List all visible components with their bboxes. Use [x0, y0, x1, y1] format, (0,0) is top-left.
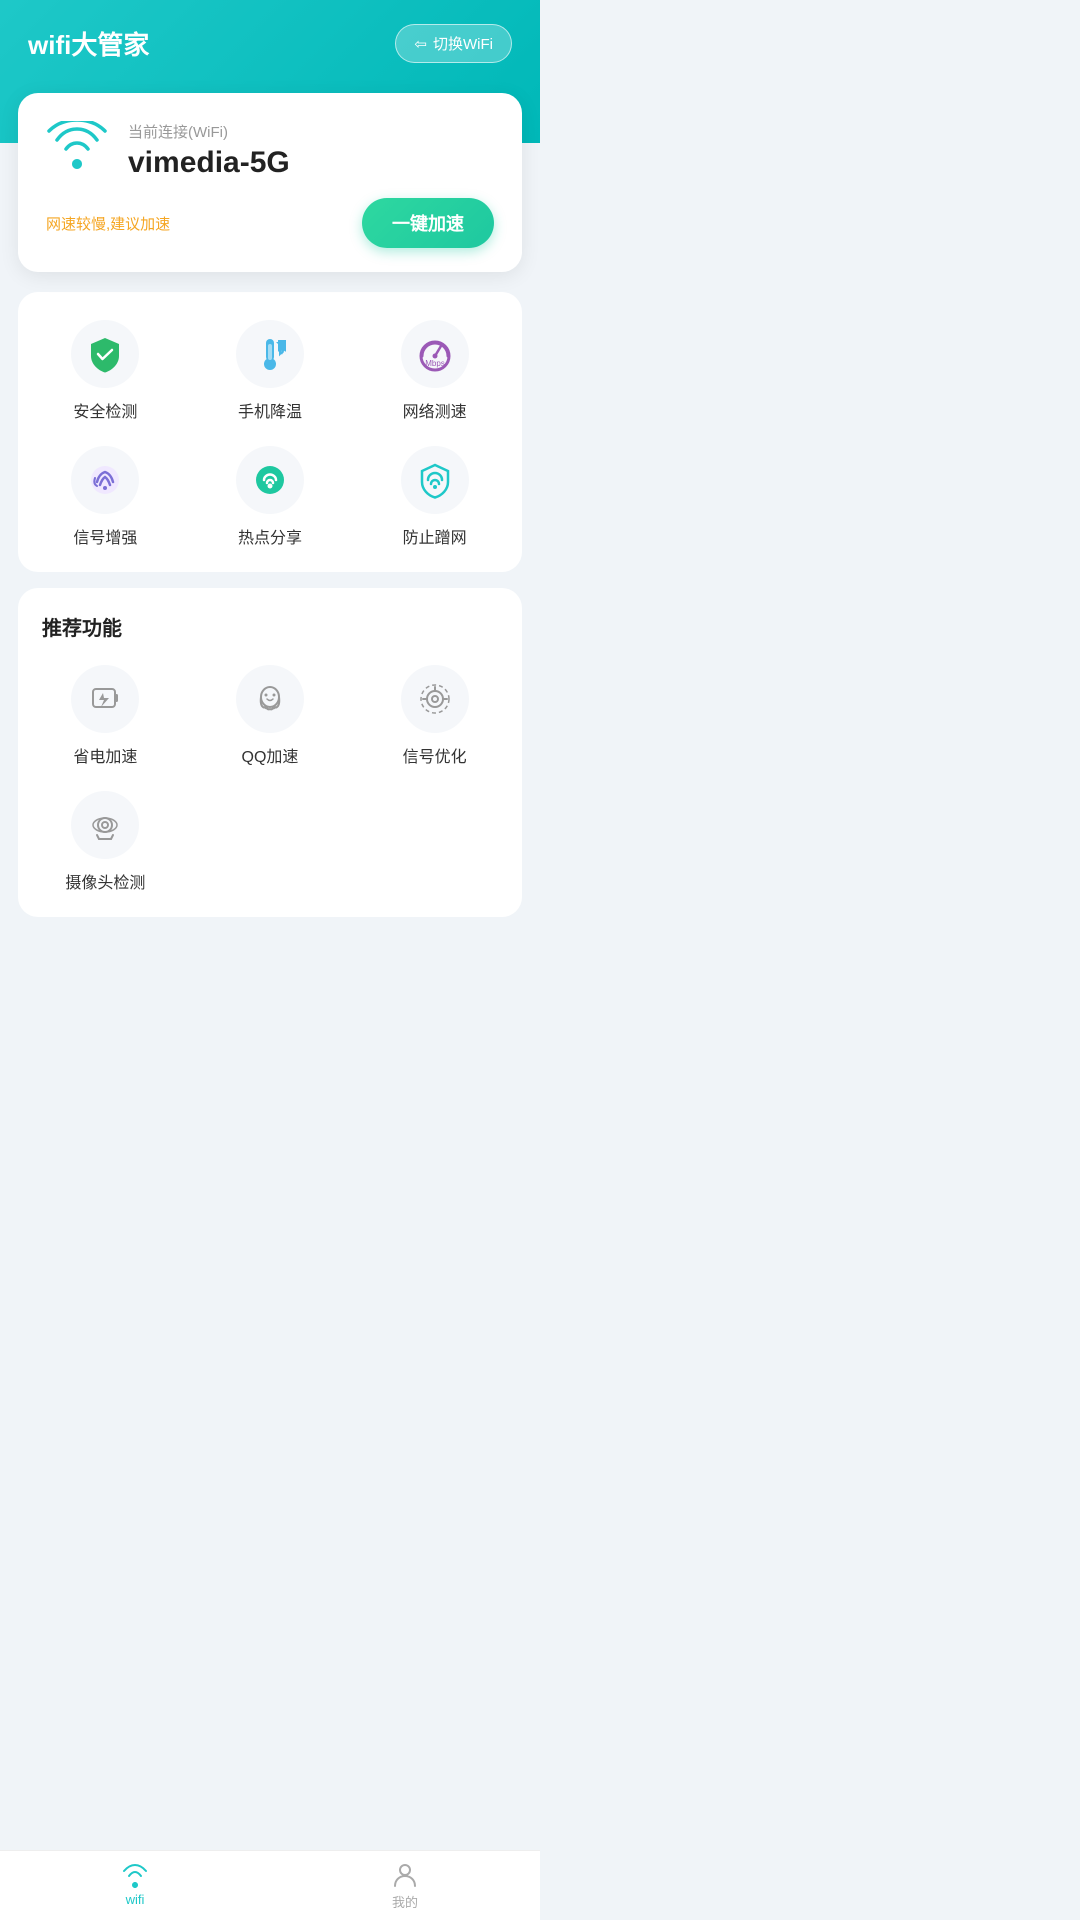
features-grid: 安全检测 ↓ 手机降温: [28, 320, 512, 548]
app-title: wifi大管家: [28, 25, 149, 62]
security-icon-wrap: [71, 320, 139, 388]
cooling-label: 手机降温: [238, 398, 302, 422]
battery-bolt-icon: [87, 681, 123, 717]
signal-optimize-icon: [417, 681, 453, 717]
boost-button[interactable]: 一键加速: [362, 198, 494, 248]
qq-label: QQ加速: [242, 743, 299, 767]
features-section: 安全检测 ↓ 手机降温: [18, 292, 522, 572]
camera-detect-icon: [87, 807, 123, 843]
feature-item-security[interactable]: 安全检测: [28, 320, 183, 422]
block-label: 防止蹭网: [403, 524, 467, 548]
feature-item-cooling[interactable]: ↓ 手机降温: [193, 320, 348, 422]
svg-text:Mbps: Mbps: [425, 359, 445, 368]
rec-item-qq[interactable]: QQ加速: [193, 665, 348, 767]
speedtest-label: 网络测速: [403, 398, 467, 422]
qq-icon-wrap: [236, 665, 304, 733]
network-name: vimedia-5G: [128, 146, 290, 180]
battery-icon-wrap: [71, 665, 139, 733]
security-label: 安全检测: [73, 398, 137, 422]
speed-warning: 网速较慢,建议加速: [46, 213, 170, 234]
nav-mine-label: 我的: [392, 1892, 418, 1911]
signal-opt-icon-wrap: [401, 665, 469, 733]
wifi-shield-icon: [415, 460, 455, 500]
block-icon-wrap: [401, 446, 469, 514]
feature-item-hotspot[interactable]: 热点分享: [193, 446, 348, 548]
thermometer-down-icon: ↓: [250, 334, 290, 374]
wifi-signal-icon: [46, 121, 108, 180]
hotspot-icon-wrap: [236, 446, 304, 514]
wifi-card: 当前连接(WiFi) vimedia-5G 网速较慢,建议加速 一键加速: [18, 93, 522, 272]
feature-item-signal[interactable]: 信号增强: [28, 446, 183, 548]
recommended-section: 推荐功能 省电加速: [18, 588, 522, 917]
speedtest-icon-wrap: Mbps: [401, 320, 469, 388]
speedometer-icon: Mbps: [415, 334, 455, 374]
recommended-grid: 省电加速 QQ加速: [28, 665, 512, 893]
hotspot-label: 热点分享: [238, 524, 302, 548]
signal-icon-wrap: [71, 446, 139, 514]
qq-ghost-icon: [252, 681, 288, 717]
camera-label: 摄像头检测: [65, 869, 145, 893]
nav-item-wifi[interactable]: wifi: [0, 1851, 270, 1920]
nav-wifi-icon: [120, 1864, 150, 1888]
nav-mine-icon: [391, 1860, 419, 1888]
switch-wifi-label: 切换WiFi: [433, 33, 493, 54]
feature-item-speedtest[interactable]: Mbps 网络测速: [357, 320, 512, 422]
signal-boost-label: 信号增强: [73, 524, 137, 548]
rec-item-camera[interactable]: 摄像头检测: [28, 791, 183, 893]
nav-item-mine[interactable]: 我的: [270, 1851, 540, 1920]
bottom-nav: wifi 我的: [0, 1850, 540, 1920]
svg-text:↓: ↓: [278, 341, 286, 358]
rec-item-signal-opt[interactable]: 信号优化: [357, 665, 512, 767]
feature-item-block[interactable]: 防止蹭网: [357, 446, 512, 548]
nav-wifi-label: wifi: [126, 1892, 145, 1907]
cooling-icon-wrap: ↓: [236, 320, 304, 388]
section-title: 推荐功能: [28, 612, 512, 641]
shield-check-icon: [85, 334, 125, 374]
signal-opt-label: 信号优化: [403, 743, 467, 767]
switch-icon: ⇦: [414, 35, 427, 53]
switch-wifi-button[interactable]: ⇦ 切换WiFi: [395, 24, 512, 63]
camera-icon-wrap: [71, 791, 139, 859]
signal-boost-icon: [85, 460, 125, 500]
battery-label: 省电加速: [73, 743, 137, 767]
connection-label: 当前连接(WiFi): [128, 121, 290, 142]
hotspot-icon: [250, 460, 290, 500]
rec-item-battery[interactable]: 省电加速: [28, 665, 183, 767]
